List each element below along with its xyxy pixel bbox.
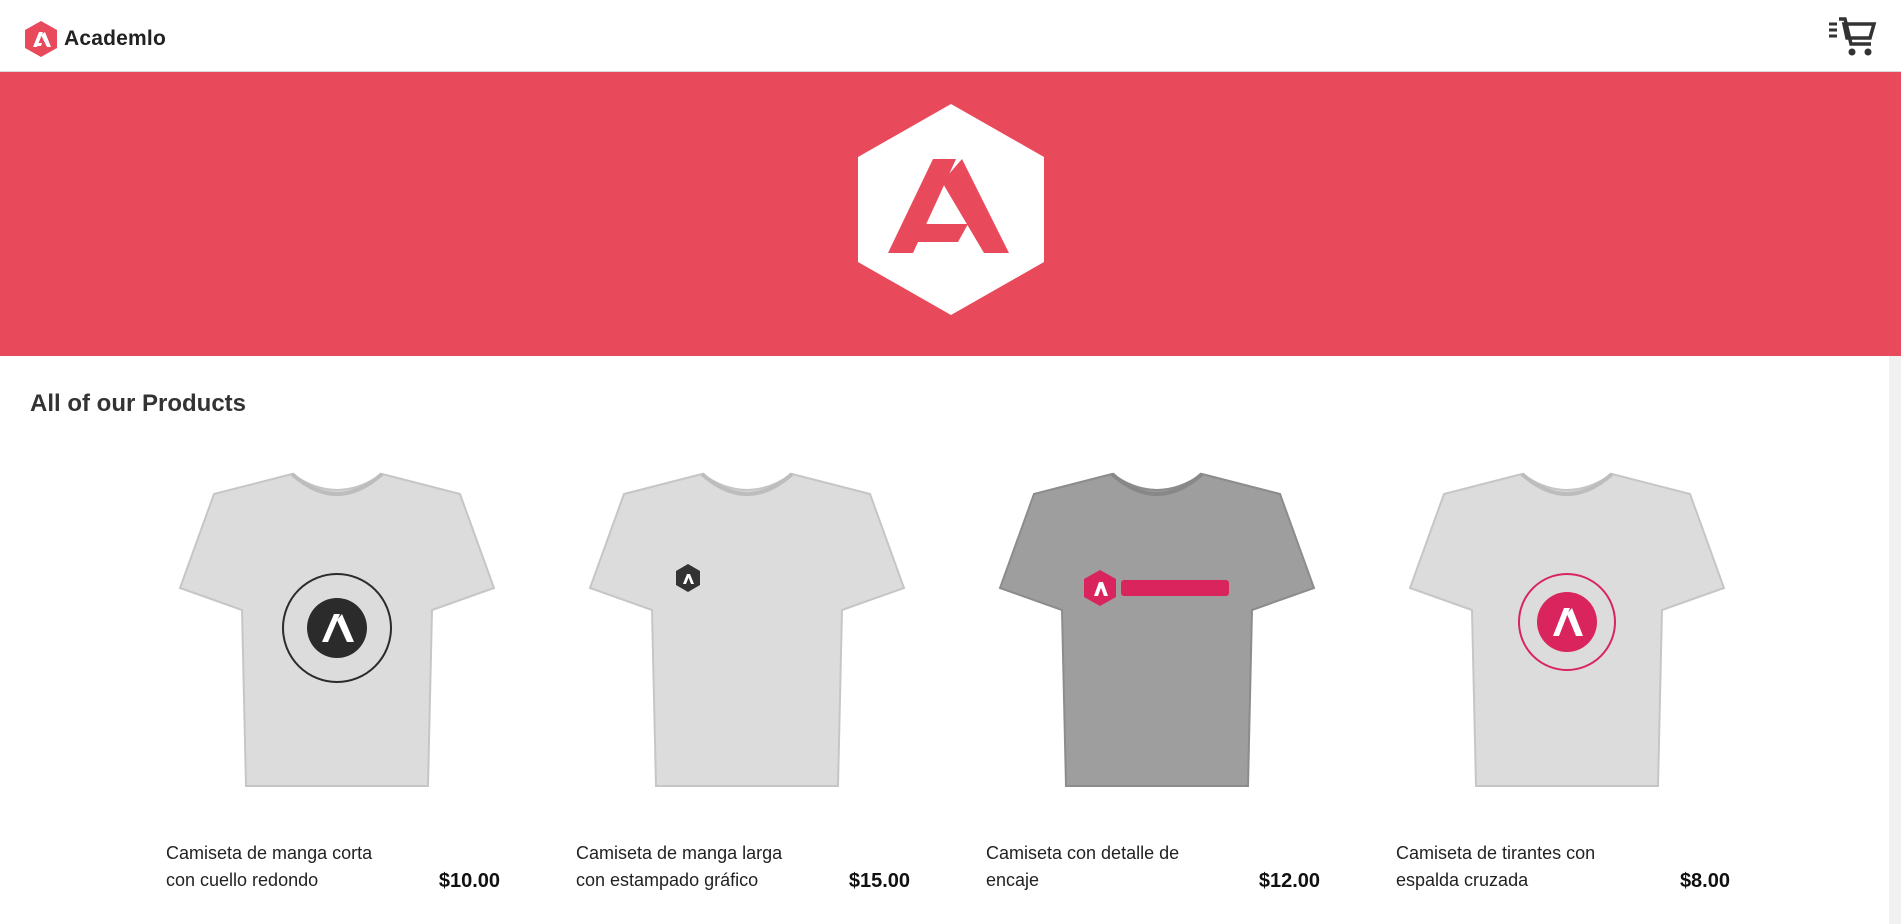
product-title[interactable]: Camiseta de tirantes con espalda cruzada	[1396, 840, 1606, 894]
product-title[interactable]: Camiseta de manga corta con cuello redon…	[166, 840, 376, 894]
shopping-cart-icon[interactable]	[1827, 16, 1877, 58]
product-title[interactable]: Camiseta con detalle de encaje	[986, 840, 1196, 894]
product-title[interactable]: Camiseta de manga larga con estampado gr…	[576, 840, 786, 894]
academlo-hero-logo-icon	[858, 104, 1044, 315]
tshirt-image-icon	[178, 472, 496, 787]
tshirt-image-icon	[588, 472, 906, 787]
product-grid: Camiseta de manga corta con cuello redon…	[166, 470, 1746, 924]
product-price: $12.00	[1258, 870, 1320, 892]
product-price: $10.00	[438, 870, 500, 892]
product-card[interactable]: Camiseta con detalle de encaje $12.00	[986, 470, 1320, 924]
product-card[interactable]: Camiseta de manga larga con estampado gr…	[576, 470, 910, 924]
page-scrollbar[interactable]	[1889, 356, 1901, 924]
brand-link[interactable]: Academlo	[24, 20, 166, 58]
product-card[interactable]: Camiseta de tirantes con espalda cruzada…	[1396, 470, 1730, 924]
product-card[interactable]: Camiseta de manga corta con cuello redon…	[166, 470, 500, 924]
product-price: $15.00	[848, 870, 910, 892]
product-image[interactable]	[584, 470, 910, 820]
product-image[interactable]	[994, 470, 1320, 820]
brand-name: Academlo	[64, 27, 166, 50]
tshirt-image-icon	[998, 472, 1316, 787]
tshirt-image-icon	[1408, 472, 1726, 787]
product-image[interactable]	[1404, 470, 1730, 820]
section-title: All of our Products	[30, 390, 246, 417]
top-navbar: Academlo	[0, 0, 1901, 72]
hero-banner	[0, 72, 1901, 356]
product-price: $8.00	[1679, 870, 1730, 892]
product-image[interactable]	[174, 470, 500, 820]
academlo-logo-icon	[25, 21, 57, 57]
